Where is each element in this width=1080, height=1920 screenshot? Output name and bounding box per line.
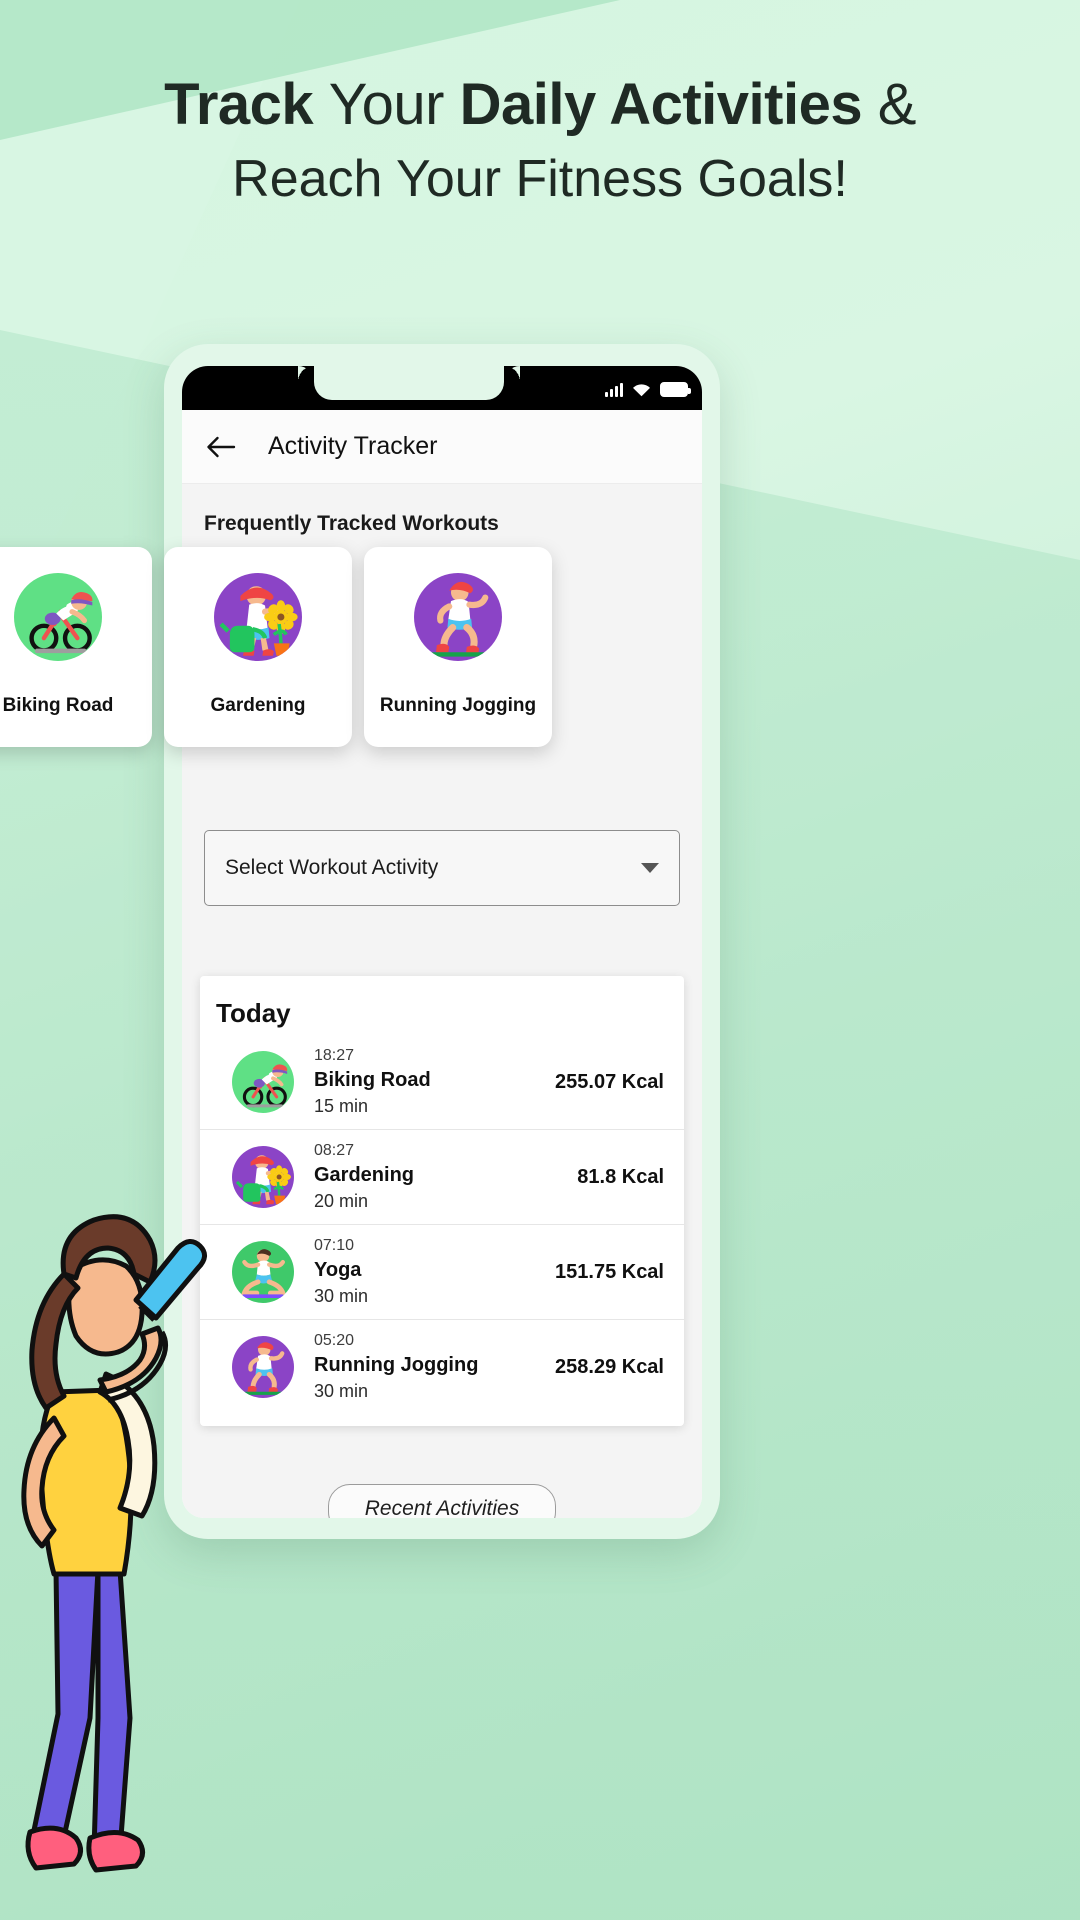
workout-card-label: Gardening	[210, 695, 306, 716]
activity-row[interactable]: 05:20 Running Jogging 30 min 258.29 Kcal	[200, 1320, 684, 1414]
app-bar: Activity Tracker	[182, 410, 702, 484]
phone-notch	[298, 366, 520, 400]
promo-headline-line-2: Reach Your Fitness Goals!	[232, 150, 848, 209]
activity-time: 18:27	[314, 1047, 355, 1064]
activity-details: 07:10 Yoga 30 min	[314, 1237, 555, 1307]
activity-duration: 15 min	[314, 1096, 369, 1116]
activity-time: 07:10	[314, 1237, 355, 1254]
frequent-workouts-title: Frequently Tracked Workouts	[204, 512, 499, 535]
workout-card[interactable]: Running Jogging	[364, 547, 552, 747]
select-workout-activity-dropdown[interactable]: Select Workout Activity	[204, 830, 680, 906]
activity-calories: 255.07 Kcal	[555, 1070, 664, 1093]
promo-headline-line-1: Track Your Daily Activities &	[0, 72, 1080, 138]
today-activity-list: 18:27 Biking Road 15 min 255.07 Kcal 08:…	[200, 1035, 684, 1414]
promo-headline: Track Your Daily Activities & Reach Your…	[0, 72, 1080, 209]
activity-duration: 30 min	[314, 1381, 369, 1401]
phone-mockup: Activity Tracker Frequently Tracked Work…	[164, 344, 720, 1539]
activity-duration: 30 min	[314, 1286, 369, 1306]
activity-name: Biking Road	[314, 1069, 431, 1091]
activity-calories: 258.29 Kcal	[555, 1355, 664, 1378]
promo-text-ampersand: &	[877, 72, 917, 137]
select-workout-value: Select Workout Activity	[225, 856, 439, 879]
activity-details: 08:27 Gardening 20 min	[314, 1142, 577, 1212]
activity-time: 05:20	[314, 1332, 355, 1349]
chevron-down-icon	[641, 863, 659, 873]
gardening-icon	[232, 1146, 294, 1208]
cyclist-icon	[232, 1051, 294, 1113]
status-bar-icons	[605, 375, 691, 397]
activity-calories: 151.75 Kcal	[555, 1260, 664, 1283]
today-heading: Today	[216, 998, 291, 1028]
runner-icon	[414, 573, 502, 661]
activity-row[interactable]: 07:10 Yoga 30 min 151.75 Kcal	[200, 1225, 684, 1320]
activity-details: 05:20 Running Jogging 30 min	[314, 1332, 555, 1402]
gardening-icon	[214, 573, 302, 661]
woman-drinking-water-illustration	[21, 1214, 207, 1873]
workout-card-label: Running Jogging	[379, 695, 537, 716]
activity-calories: 81.8 Kcal	[577, 1165, 664, 1188]
activity-row[interactable]: 08:27 Gardening 20 min 81.8 Kcal	[200, 1130, 684, 1225]
workout-card[interactable]: Biking Road	[0, 547, 152, 747]
runner-icon	[232, 1336, 294, 1398]
activity-name: Running Jogging	[314, 1354, 479, 1376]
promo-text-your: Your	[328, 72, 460, 137]
activity-time: 08:27	[314, 1142, 355, 1159]
activity-duration: 20 min	[314, 1191, 369, 1211]
select-workout-wrap: Select Workout Activity	[182, 766, 702, 906]
status-bar	[182, 366, 702, 410]
battery-full-icon	[660, 382, 691, 397]
promo-text-daily-activities: Daily Activities	[459, 72, 878, 137]
phone-screen: Activity Tracker Frequently Tracked Work…	[182, 366, 702, 1518]
yoga-icon	[232, 1241, 294, 1303]
today-activities-card: Today 18:27 Biking Road 15 min 255.07 Kcal	[200, 976, 684, 1426]
frequent-workouts-cards: Biking Road Gardening Running Jogging	[0, 547, 604, 747]
page-title: Activity Tracker	[268, 432, 438, 460]
back-arrow-icon[interactable]	[204, 430, 238, 464]
activity-details: 18:27 Biking Road 15 min	[314, 1047, 555, 1117]
wifi-icon	[632, 382, 651, 397]
workout-card[interactable]: Gardening	[164, 547, 352, 747]
recent-activities-wrap: Recent Activities	[182, 1484, 702, 1518]
recent-activities-button[interactable]: Recent Activities	[327, 1484, 557, 1518]
promo-text-track: Track	[164, 72, 329, 137]
cellular-signal-icon	[605, 382, 623, 397]
workout-card-label: Biking Road	[2, 695, 114, 716]
activity-row[interactable]: 18:27 Biking Road 15 min 255.07 Kcal	[200, 1035, 684, 1130]
cyclist-icon	[14, 573, 102, 661]
activity-name: Yoga	[314, 1259, 362, 1281]
activity-name: Gardening	[314, 1164, 415, 1186]
